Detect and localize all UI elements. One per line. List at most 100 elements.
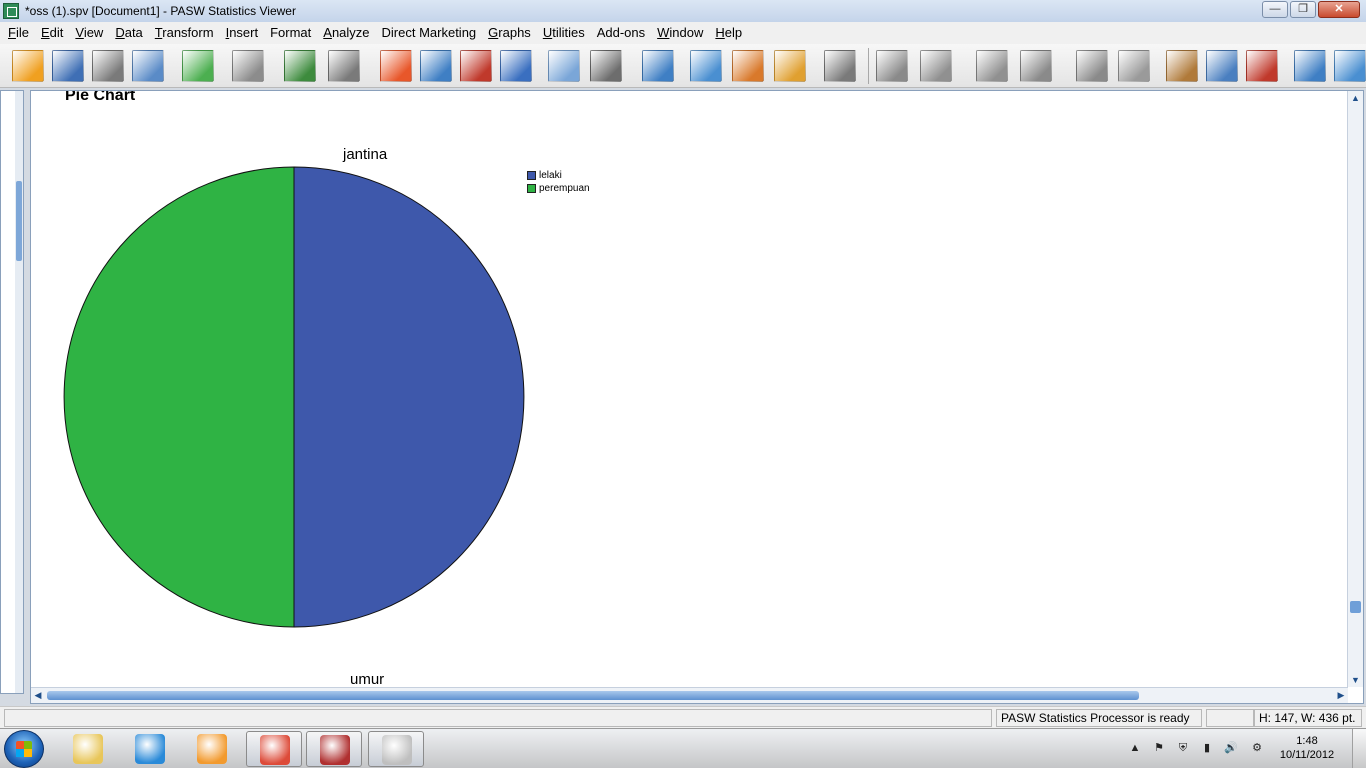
menu-help[interactable]: Help [709, 22, 748, 44]
goto-output-icon[interactable] [380, 50, 412, 82]
viewer-workspace: Pie Chart jantina lelaki perempuan umur ▲… [0, 88, 1366, 706]
collapse-icon[interactable] [1076, 50, 1108, 82]
maximize-button[interactable]: ❐ [1290, 1, 1316, 18]
print-preview-icon[interactable] [132, 50, 164, 82]
output-content-pane[interactable]: Pie Chart jantina lelaki perempuan umur ▲… [30, 90, 1364, 704]
menu-label: elp [724, 25, 743, 40]
output-options-icon[interactable] [1334, 50, 1366, 82]
pasw-app-icon[interactable] [3, 3, 19, 19]
recall-dialog-icon[interactable] [232, 50, 264, 82]
goto-case-icon[interactable] [420, 50, 452, 82]
content-horizontal-scrollbar[interactable]: ◀ ▶ [31, 687, 1348, 703]
menu-format[interactable]: Format [264, 22, 317, 44]
menu-add-ons[interactable]: Add-ons [591, 22, 651, 44]
file-explorer-icon [73, 734, 103, 764]
menu-transform[interactable]: Transform [149, 22, 220, 44]
menu-edit[interactable]: Edit [35, 22, 69, 44]
legend-label: perempuan [539, 183, 590, 194]
menu-label: tilities [552, 25, 585, 40]
print-icon[interactable] [92, 50, 124, 82]
show-all-variables-icon[interactable] [548, 50, 580, 82]
status-bar: PASW Statistics Processor is ready H: 14… [0, 706, 1366, 728]
show-desktop-button[interactable] [1352, 729, 1366, 768]
chart-legend: lelaki perempuan [527, 169, 590, 195]
settings-icon[interactable]: ⚙ [1250, 741, 1264, 755]
select-last-output-icon[interactable] [1206, 50, 1238, 82]
action-center-icon[interactable]: ⚑ [1152, 741, 1166, 755]
taskbar-internet-explorer[interactable] [122, 731, 178, 767]
save-icon[interactable] [52, 50, 84, 82]
menu-accelerator: W [657, 25, 670, 40]
network-signal-icon[interactable]: ▮ [1200, 741, 1214, 755]
minimize-button[interactable]: — [1262, 1, 1288, 18]
menu-direct-marketing[interactable]: Direct Marketing [376, 22, 483, 44]
insert-text-icon[interactable] [824, 50, 856, 82]
show-item-icon[interactable] [1118, 50, 1150, 82]
content-vertical-scrollbar[interactable]: ▲ ▼ [1347, 91, 1363, 687]
scroll-left-arrow[interactable]: ◀ [31, 688, 45, 703]
demote-icon[interactable] [976, 50, 1008, 82]
hide-item-icon[interactable] [1166, 50, 1198, 82]
expand-icon[interactable] [1020, 50, 1052, 82]
redo-icon[interactable] [328, 50, 360, 82]
content-vscroll-thumb[interactable] [1350, 601, 1361, 613]
menu-analyze[interactable]: Analyze [317, 22, 375, 44]
taskbar-pasw-statistics[interactable] [306, 731, 362, 767]
spss-graphics-icon [382, 735, 412, 765]
menu-accelerator: U [542, 25, 553, 40]
designate-window-icon[interactable] [690, 50, 722, 82]
show-icon[interactable] [642, 50, 674, 82]
undo-icon[interactable] [284, 50, 316, 82]
create-pivot-icon[interactable] [1294, 50, 1326, 82]
window-title: *oss (1).spv [Document1] - PASW Statisti… [25, 4, 296, 18]
variables-icon[interactable] [500, 50, 532, 82]
menu-data[interactable]: Data [109, 22, 148, 44]
menu-file[interactable]: File [2, 22, 35, 44]
security-icon[interactable]: ⛨ [1176, 741, 1190, 755]
section-heading[interactable]: Pie Chart [65, 91, 135, 105]
menu-view[interactable]: View [69, 22, 109, 44]
menu-window[interactable]: Window [651, 22, 709, 44]
status-empty-field [4, 709, 992, 727]
goto-variable-icon[interactable] [460, 50, 492, 82]
pasw-statistics-icon [320, 735, 350, 765]
close-button[interactable]: ✕ [1318, 1, 1360, 18]
system-clock[interactable]: 1:48 10/11/2012 [1276, 734, 1338, 762]
menu-label: ile [15, 25, 29, 40]
menu-graphs[interactable]: Graphs [482, 22, 537, 44]
show-hidden-icons-icon[interactable]: ▲ [1128, 741, 1142, 755]
menu-label: dit [49, 25, 64, 40]
promote-icon[interactable] [920, 50, 952, 82]
insert-heading-icon[interactable] [732, 50, 764, 82]
outline-scroll-thumb[interactable] [16, 181, 22, 261]
insert-object-icon[interactable] [876, 50, 908, 82]
taskbar-media-player[interactable] [184, 731, 240, 767]
taskbar-spss-graphics[interactable] [368, 731, 424, 767]
pie-slice-perempuan[interactable] [63, 166, 295, 628]
menu-label: nsert [229, 25, 259, 40]
title-bar: *oss (1).spv [Document1] - PASW Statisti… [0, 0, 1366, 22]
scroll-up-arrow[interactable]: ▲ [1348, 91, 1363, 105]
scroll-down-arrow[interactable]: ▼ [1348, 673, 1363, 687]
start-button[interactable] [4, 730, 44, 768]
outline-pane[interactable] [0, 90, 24, 694]
menu-utilities[interactable]: Utilities [537, 22, 591, 44]
export-icon[interactable] [182, 50, 214, 82]
volume-icon[interactable]: 🔊 [1224, 741, 1238, 755]
pie-chart[interactable] [61, 164, 527, 630]
hide-icon[interactable] [590, 50, 622, 82]
menu-insert[interactable]: Insert [220, 22, 265, 44]
scroll-right-arrow[interactable]: ▶ [1334, 688, 1348, 703]
taskbar-chrome[interactable] [246, 731, 302, 767]
pie-slice-lelaki[interactable] [293, 166, 525, 628]
clock-time: 1:48 [1296, 735, 1318, 747]
outline-scrollbar[interactable] [15, 91, 23, 693]
chrome-icon [260, 735, 290, 765]
insert-title-icon[interactable] [774, 50, 806, 82]
next-chart-title: umur [350, 671, 385, 688]
taskbar-file-explorer[interactable] [60, 731, 116, 767]
content-hscroll-thumb[interactable] [47, 691, 1139, 700]
designate-viewer-icon[interactable] [1246, 50, 1278, 82]
open-folder-icon[interactable] [12, 50, 44, 82]
toolbar-separator [868, 48, 869, 84]
